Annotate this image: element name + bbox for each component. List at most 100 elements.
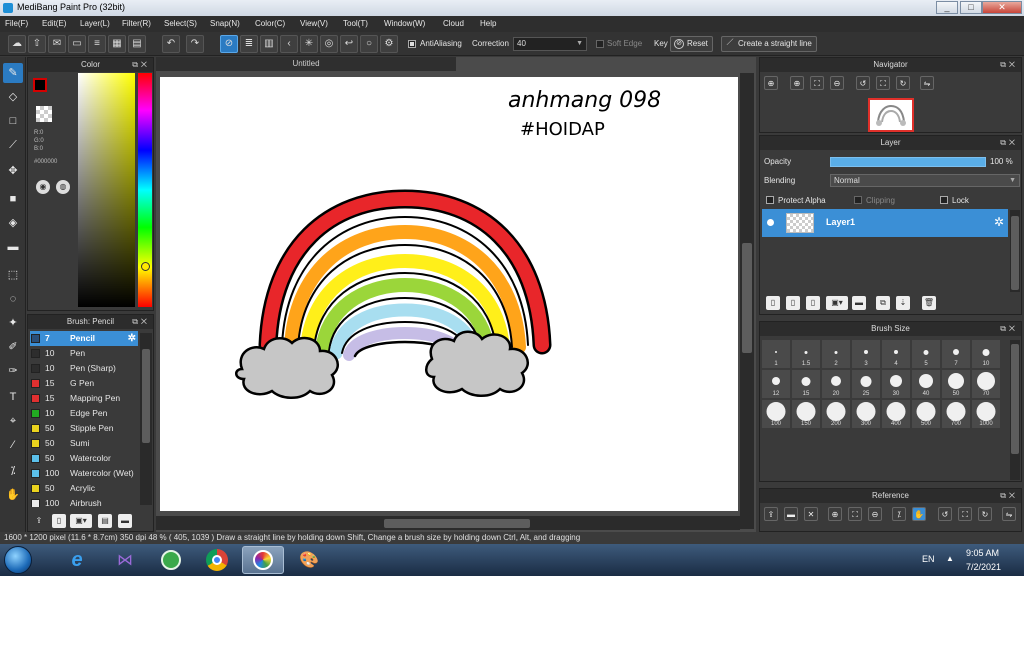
brush-list-scroll-thumb[interactable]	[142, 349, 150, 443]
fit-screen-icon[interactable]: ⛶	[810, 76, 824, 90]
straight-line-button[interactable]: ／ Create a straight line	[721, 36, 817, 52]
language-indicator[interactable]: EN	[922, 554, 935, 564]
soft-edge-checkbox[interactable]	[596, 40, 604, 48]
fit-icon[interactable]: ⛶	[876, 76, 890, 90]
menu-file[interactable]: File(F)	[5, 19, 28, 28]
eye-icon[interactable]	[767, 219, 774, 226]
menu-color[interactable]: Color(C)	[255, 19, 285, 28]
ref-rotate-right-icon[interactable]: ↻	[978, 507, 992, 521]
panel-controls[interactable]: ⧉✕	[1000, 489, 1018, 503]
brush-size-cell[interactable]: 700	[942, 400, 970, 428]
brush-settings-gear-icon[interactable]: ✲	[128, 331, 136, 346]
hand-icon[interactable]: ✋	[912, 507, 926, 521]
layer-row[interactable]: Layer1 ✲	[762, 209, 1008, 237]
menu-help[interactable]: Help	[480, 19, 496, 28]
line-tool-icon[interactable]: ⟋	[3, 135, 23, 155]
cloud-upload-icon[interactable]: ⇪	[764, 507, 778, 521]
brush-item[interactable]: 10 Edge Pen	[30, 406, 138, 421]
brush-size-cell[interactable]: 10	[972, 340, 1000, 368]
canvas-horizontal-thumb[interactable]	[384, 519, 530, 528]
brush-size-cell[interactable]: 1	[762, 340, 790, 368]
eyedropper-tool-icon[interactable]: ⁒	[3, 461, 23, 481]
menu-edit[interactable]: Edit(E)	[42, 19, 66, 28]
folder-icon[interactable]: ▬	[852, 296, 866, 310]
brush-size-cell[interactable]: 70	[972, 370, 1000, 398]
brush-size-cell[interactable]: 1.5	[792, 340, 820, 368]
correction-select[interactable]: 40 ▼	[513, 37, 587, 51]
brush-size-cell[interactable]: 40	[912, 370, 940, 398]
visual-studio-icon[interactable]: ⋈	[104, 546, 146, 574]
brush-size-cell[interactable]: 5	[912, 340, 940, 368]
canvas-vertical-thumb[interactable]	[742, 243, 752, 353]
menu-layer[interactable]: Layer(L)	[80, 19, 110, 28]
menu-window[interactable]: Window(W)	[384, 19, 425, 28]
select-pen-tool-icon[interactable]: ✐	[3, 337, 23, 357]
select-eraser-tool-icon[interactable]: ✑	[3, 361, 23, 381]
clock-date[interactable]: 7/2/2021	[966, 562, 1001, 572]
grid-icon[interactable]: ▦	[108, 35, 126, 53]
palette-icon[interactable]: ◉	[36, 180, 50, 194]
menu-view[interactable]: View(V)	[300, 19, 328, 28]
parallel-snap-icon[interactable]: ≣	[240, 35, 258, 53]
brush-size-cell[interactable]: 100	[762, 400, 790, 428]
brush-size-cell[interactable]: 20	[822, 370, 850, 398]
crosshatch-snap-icon[interactable]: ▥	[260, 35, 278, 53]
ref-zoom-in-icon[interactable]: ⊕	[828, 507, 842, 521]
saturation-value-field[interactable]	[78, 73, 135, 307]
brush-size-scroll-thumb[interactable]	[1011, 344, 1019, 454]
protect-alpha-checkbox[interactable]	[766, 196, 774, 204]
brush-size-cell[interactable]: 30	[882, 370, 910, 398]
brush-item[interactable]: 100 Watercolor (Wet)	[30, 466, 138, 481]
ref-zoom-out-icon[interactable]: ⊖	[868, 507, 882, 521]
menu-filter[interactable]: Filter(R)	[122, 19, 151, 28]
share-icon[interactable]: ⇧	[28, 35, 46, 53]
chrome-icon[interactable]	[196, 546, 238, 574]
delete-layer-icon[interactable]: 🗑	[922, 296, 936, 310]
menu-snap[interactable]: Snap(N)	[210, 19, 240, 28]
lock-checkbox[interactable]	[940, 196, 948, 204]
foreground-color-swatch[interactable]	[33, 78, 47, 92]
fill-rect-tool-icon[interactable]: ■	[3, 189, 23, 209]
antialiasing-checkbox[interactable]	[408, 40, 416, 48]
hue-slider-handle[interactable]	[141, 262, 150, 271]
new-file-icon[interactable]: ▭	[68, 35, 86, 53]
panel-controls[interactable]: ⧉✕	[1000, 136, 1018, 150]
brush-size-cell[interactable]: 3	[852, 340, 880, 368]
menu-tool[interactable]: Tool(T)	[343, 19, 368, 28]
brush-item[interactable]: 100 Airbrush	[30, 496, 138, 507]
clipping-checkbox[interactable]	[854, 196, 862, 204]
panel-controls[interactable]: ⧉✕	[132, 315, 150, 329]
blending-select[interactable]: Normal ▼	[830, 174, 1020, 187]
brush-size-cell[interactable]: 25	[852, 370, 880, 398]
brush-folder-icon[interactable]: ▬	[118, 514, 132, 528]
brush-size-cell[interactable]: 12	[762, 370, 790, 398]
zoom-out-icon[interactable]: ⊖	[830, 76, 844, 90]
select-rect-tool-icon[interactable]: ⬚	[3, 265, 23, 285]
text-tool-icon[interactable]: T	[3, 387, 23, 407]
concentric-snap-icon[interactable]: ◎	[320, 35, 338, 53]
layer-list-scroll-thumb[interactable]	[1011, 216, 1019, 290]
brush-item[interactable]: 50 Stipple Pen	[30, 421, 138, 436]
new-halftone-layer-icon[interactable]: ▯	[786, 296, 800, 310]
duplicate-layer-icon[interactable]: ⧉	[876, 296, 890, 310]
add-layer-menu-icon[interactable]: ▣▾	[826, 296, 848, 310]
divide-tool-icon[interactable]: ⁄	[3, 435, 23, 455]
menu-select[interactable]: Select(S)	[164, 19, 197, 28]
panel-controls[interactable]: ⧉✕	[1000, 322, 1018, 336]
layer-settings-icon[interactable]: ✲	[994, 215, 1004, 229]
rotate-left-icon[interactable]: ↺	[856, 76, 870, 90]
gradient-tool-icon[interactable]: ▬	[3, 237, 23, 257]
hand-tool-icon[interactable]: ✋	[3, 485, 23, 505]
brush-item[interactable]: 15 Mapping Pen	[30, 391, 138, 406]
undo-icon[interactable]: ↶	[162, 35, 180, 53]
canvas-vertical-scrollbar[interactable]	[740, 73, 754, 529]
brush-size-cell[interactable]: 150	[792, 400, 820, 428]
snap-settings-icon[interactable]: ⚙	[380, 35, 398, 53]
brush-item[interactable]: 50 Watercolor	[30, 451, 138, 466]
brush-size-cell[interactable]: 1000	[972, 400, 1000, 428]
brush-size-cell[interactable]: 15	[792, 370, 820, 398]
move-tool-icon[interactable]: ✥	[3, 161, 23, 181]
eraser-tool-icon[interactable]: ◇	[3, 87, 23, 107]
hue-slider[interactable]	[138, 73, 152, 307]
color-history-icon[interactable]: ◍	[56, 180, 70, 194]
